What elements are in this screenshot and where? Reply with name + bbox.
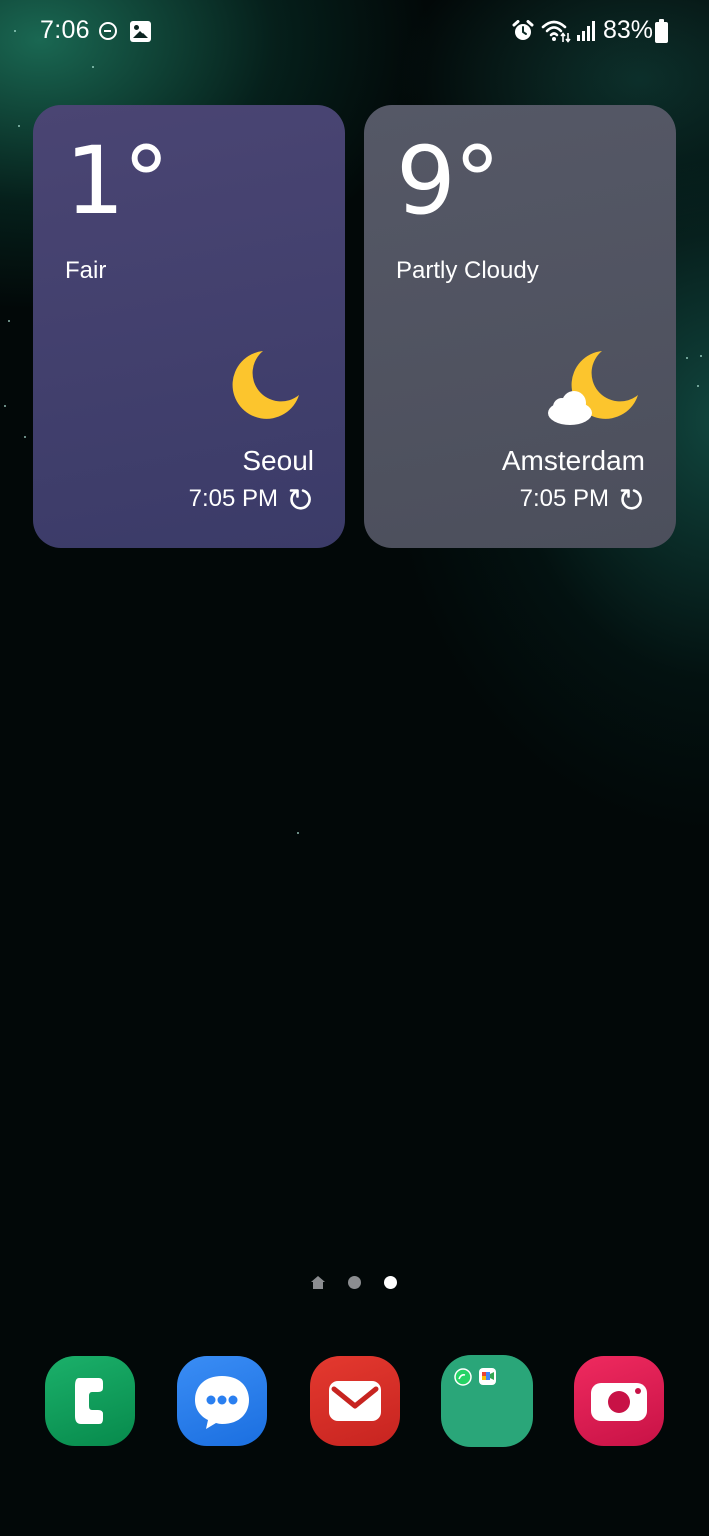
weather-condition: Fair [65, 257, 107, 284]
battery-icon [655, 19, 668, 43]
signal-icon [577, 21, 595, 41]
status-time: 7:06 [40, 16, 90, 44]
folder-app-button[interactable] [441, 1355, 533, 1447]
wallpaper-star [686, 357, 688, 359]
gallery-icon [130, 21, 151, 42]
phone-icon [75, 1378, 103, 1424]
last-updated: 7:05 PM [520, 485, 643, 513]
email-icon [329, 1381, 381, 1421]
wallpaper-star [8, 320, 10, 322]
moon-icon [232, 351, 299, 419]
weather-widget-seoul[interactable]: 1° Fair Seoul 7:05 PM [33, 105, 345, 548]
page-indicator[interactable] [0, 1272, 709, 1294]
updated-time: 7:05 PM [519, 485, 609, 512]
temperature: 9° [396, 127, 501, 236]
wallpaper-star [18, 125, 20, 127]
temperature: 1° [65, 127, 170, 236]
camera-icon [591, 1383, 647, 1421]
wallpaper-star [700, 355, 702, 357]
email-app-button[interactable] [310, 1356, 400, 1446]
wallpaper-star [697, 385, 699, 387]
status-bar: 7:06 83% [0, 0, 709, 64]
folder-icon [454, 1368, 496, 1386]
wallpaper-star [297, 832, 299, 834]
wallpaper-star [24, 436, 26, 438]
page-dot-2[interactable] [348, 1276, 361, 1289]
updated-time: 7:05 PM [188, 485, 278, 512]
refresh-icon[interactable] [288, 487, 312, 511]
battery-percent: 83% [603, 16, 654, 44]
weather-widget-amsterdam[interactable]: 9° Partly Cloudy Amsterdam 7:05 PM [364, 105, 676, 548]
last-updated: 7:05 PM [189, 485, 312, 513]
city-name: Amsterdam [501, 445, 645, 476]
wifi-icon [541, 20, 571, 43]
do-not-disturb-icon [99, 22, 117, 40]
page-dot-3-active[interactable] [384, 1276, 397, 1289]
weather-condition: Partly Cloudy [396, 257, 539, 284]
camera-app-button[interactable] [574, 1356, 664, 1446]
messages-icon [195, 1376, 249, 1429]
city-name: Seoul [242, 445, 314, 476]
alarm-icon [512, 20, 534, 40]
phone-app-button[interactable] [45, 1356, 135, 1446]
messages-app-button[interactable] [177, 1356, 267, 1446]
wallpaper-star [4, 405, 6, 407]
wallpaper-star [92, 66, 94, 68]
refresh-icon[interactable] [619, 487, 643, 511]
moon-cloud-icon [548, 351, 638, 425]
